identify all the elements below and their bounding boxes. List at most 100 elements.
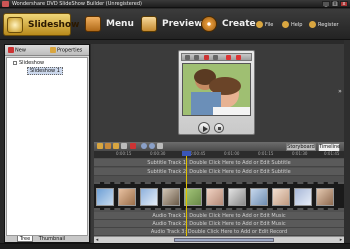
project-panel: New Properties Slideshow Slideshow 1 Tre… (4, 44, 90, 243)
photo-clip[interactable] (272, 188, 290, 206)
photo-clip[interactable] (118, 188, 136, 206)
play-button[interactable] (198, 122, 210, 134)
preview-toolbar (181, 53, 252, 61)
photo-clip[interactable] (294, 188, 312, 206)
edit-icon[interactable] (105, 143, 111, 149)
rotate-left-icon[interactable] (185, 55, 190, 60)
crop-icon[interactable] (213, 55, 218, 60)
zoom-in-icon[interactable] (141, 143, 147, 149)
audio-track-1[interactable]: Audio Track 1: Double Click Here to Add … (94, 212, 344, 220)
subtitle-track-2[interactable]: Subtitle Track 2: Double Click Here to A… (94, 168, 344, 176)
help-icon (282, 21, 289, 28)
tab-storyboard[interactable]: Storyboard (286, 143, 316, 151)
audio-track-3[interactable]: Audio Track 3: Double Click Here to Add … (94, 228, 344, 236)
tab-create[interactable]: Create (198, 13, 256, 36)
register-icon (309, 21, 316, 28)
tab-slideshow[interactable]: Slideshow (3, 13, 79, 36)
close-button[interactable]: x (340, 1, 348, 7)
subtitle-track-1[interactable]: Subtitle Track 1: Double Click Here to A… (94, 159, 344, 167)
create-disc-icon (201, 16, 217, 32)
tab-tree[interactable]: Tree (17, 236, 33, 242)
window-title: Wondershare DVD SlideShow Builder (Unreg… (12, 1, 142, 7)
tab-slideshow-label: Slideshow (28, 20, 80, 30)
tab-preview[interactable]: Preview (138, 13, 203, 36)
file-button[interactable]: File (256, 21, 273, 30)
expand-icon[interactable] (13, 60, 17, 65)
photo-clip[interactable] (140, 188, 158, 206)
previous-icon[interactable] (226, 55, 231, 60)
photo-clip[interactable] (250, 188, 268, 206)
tab-preview-label: Preview (162, 19, 203, 29)
tree-item-slideshow[interactable]: Slideshow (13, 60, 44, 66)
fit-icon[interactable] (157, 143, 163, 149)
family-photo-icon (182, 63, 251, 116)
zoom-out-icon[interactable] (149, 143, 155, 149)
scrollbar-thumb[interactable] (174, 238, 274, 242)
tab-thumbnail[interactable]: Thumbnail (37, 236, 67, 242)
tree-item-slideshow-1[interactable]: Slideshow 1 (27, 67, 63, 75)
photo-clip[interactable] (96, 188, 114, 206)
preview-area: » (94, 44, 344, 142)
ruler-tick: 0:00:45 (190, 151, 206, 156)
file-icon (256, 21, 263, 28)
timeline-scrollbar[interactable]: ◂ ▸ (94, 236, 344, 243)
tab-menu-label: Menu (106, 19, 134, 29)
title-bar: Wondershare DVD SlideShow Builder (Unreg… (0, 0, 350, 8)
status-bar (0, 243, 350, 249)
timeline-panel: Storyboard Timeline 0:00:15 0:00:30 0:00… (94, 142, 344, 243)
help-label: Help (291, 22, 303, 28)
tools-icon[interactable] (121, 143, 127, 149)
help-button[interactable]: Help (282, 21, 302, 30)
audio-track-2[interactable]: Audio Track 2: Double Click Here to Add … (94, 220, 344, 228)
menu-grid-icon (85, 16, 101, 32)
preview-tv-icon (141, 16, 157, 32)
tab-timeline[interactable]: Timeline (318, 143, 340, 151)
right-border (344, 40, 350, 243)
new-label: New (15, 47, 26, 54)
ruler-tick: 0:01:15 (258, 151, 274, 156)
preview-window (178, 50, 255, 135)
photo-clip[interactable] (228, 188, 246, 206)
collapse-icon[interactable]: » (337, 88, 343, 98)
minimize-button[interactable]: _ (322, 1, 330, 7)
new-icon (8, 47, 14, 53)
register-button[interactable]: Register (309, 21, 339, 30)
ruler-tick: 0:01:00 (224, 151, 240, 156)
rotate-right-icon[interactable] (194, 55, 199, 60)
photo-clip[interactable] (162, 188, 180, 206)
timeline-toolbar: Storyboard Timeline (94, 142, 344, 151)
time-ruler[interactable]: 0:00:15 0:00:30 0:00:45 0:01:00 0:01:15 … (94, 151, 344, 158)
add-photo-icon[interactable] (97, 143, 103, 149)
next-icon[interactable] (236, 55, 241, 60)
delete-icon[interactable] (130, 143, 136, 149)
rotate-icon[interactable] (113, 143, 119, 149)
tab-create-label: Create (222, 19, 256, 29)
properties-icon (50, 47, 56, 53)
ruler-tick: 0:00:15 (116, 151, 132, 156)
maximize-button[interactable]: □ (331, 1, 339, 7)
register-label: Register (318, 22, 339, 28)
app-icon (2, 1, 9, 7)
tree-root-label: Slideshow (19, 60, 45, 66)
playhead-line[interactable] (186, 151, 187, 243)
tab-menu[interactable]: Menu (82, 13, 134, 36)
file-label: File (265, 22, 274, 28)
playhead-handle[interactable] (182, 151, 191, 156)
properties-button[interactable]: Properties (50, 47, 82, 54)
slideshow-icon (7, 17, 23, 33)
ruler-tick: 0:01:30 (292, 151, 308, 156)
photo-clip[interactable] (206, 188, 224, 206)
effect-icon[interactable] (204, 55, 209, 60)
photo-clip[interactable] (316, 188, 334, 206)
stop-button[interactable] (214, 123, 224, 133)
project-toolbar: New Properties (5, 45, 89, 56)
project-tree: Slideshow Slideshow 1 (6, 57, 88, 236)
new-button[interactable]: New (8, 47, 26, 54)
main-toolbar: Slideshow Menu Preview Create File Help … (0, 9, 350, 40)
ruler-tick: 0:00:30 (150, 151, 166, 156)
ruler-tick: 0:01:45 (324, 151, 340, 156)
panel-tabs: Tree Thumbnail (5, 236, 89, 242)
photo-track[interactable] (94, 182, 344, 210)
properties-label: Properties (57, 47, 83, 54)
family-photo-image (183, 64, 250, 115)
